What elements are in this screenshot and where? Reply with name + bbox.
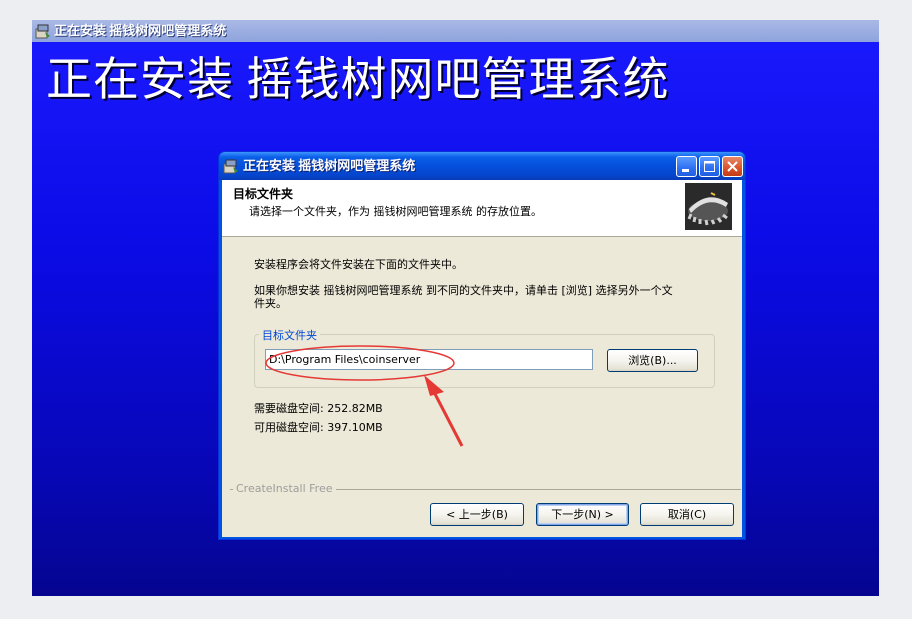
installer-logo-icon (685, 183, 732, 230)
installing-banner: 正在安装 摇钱树网吧管理系统 (46, 54, 670, 105)
destination-folder-label: 目标文件夹 (259, 327, 320, 343)
cancel-button[interactable]: 取消(C) (640, 503, 734, 526)
dialog-title-bar[interactable]: 正在安装 摇钱树网吧管理系统 (219, 152, 745, 180)
minimize-icon (682, 169, 689, 172)
page-subtitle: 请选择一个文件夹，作为 摇钱树网吧管理系统 的存放位置。 (249, 205, 542, 218)
page-title: 目标文件夹 (233, 187, 294, 201)
branding-text: CreateInstall Free (233, 482, 336, 495)
back-button[interactable]: < 上一步(B) (430, 503, 524, 526)
dialog-title: 正在安装 摇钱树网吧管理系统 (243, 158, 416, 173)
installer-app-icon (35, 24, 50, 39)
installer-app-icon (223, 159, 238, 174)
close-button[interactable] (722, 156, 743, 177)
disk-space-available: 可用磁盘空间: 397.10MB (254, 421, 383, 434)
browse-button[interactable]: 浏览(B)... (607, 349, 698, 372)
maximize-icon (704, 161, 715, 172)
minimize-button[interactable] (676, 156, 697, 177)
outer-title-bar[interactable]: 正在安装 摇钱树网吧管理系统 (32, 20, 879, 42)
maximize-button[interactable] (699, 156, 720, 177)
dialog-client-area: 目标文件夹 请选择一个文件夹，作为 摇钱树网吧管理系统 的存放位置。 安装程序会… (222, 180, 742, 537)
disk-space-required: 需要磁盘空间: 252.82MB (254, 402, 383, 415)
instruction-text: 安装程序会将文件安装在下面的文件夹中。 (254, 258, 463, 271)
outer-window-title: 正在安装 摇钱树网吧管理系统 (54, 23, 227, 38)
next-button[interactable]: 下一步(N) > (536, 503, 629, 526)
close-icon (727, 161, 738, 172)
browse-hint-text-cont: 件夹。 (254, 297, 287, 310)
wizard-header: 目标文件夹 请选择一个文件夹，作为 摇钱树网吧管理系统 的存放位置。 (222, 180, 742, 237)
browse-hint-text: 如果你想安装 摇钱树网吧管理系统 到不同的文件夹中，请单击 [浏览] 选择另外一… (254, 284, 673, 297)
installer-dialog: 正在安装 摇钱树网吧管理系统 目标文件夹 请选择一个文件夹，作为 摇钱树网吧管理… (218, 151, 746, 540)
destination-path-input[interactable]: D:\Program Files\coinserver (265, 349, 593, 370)
